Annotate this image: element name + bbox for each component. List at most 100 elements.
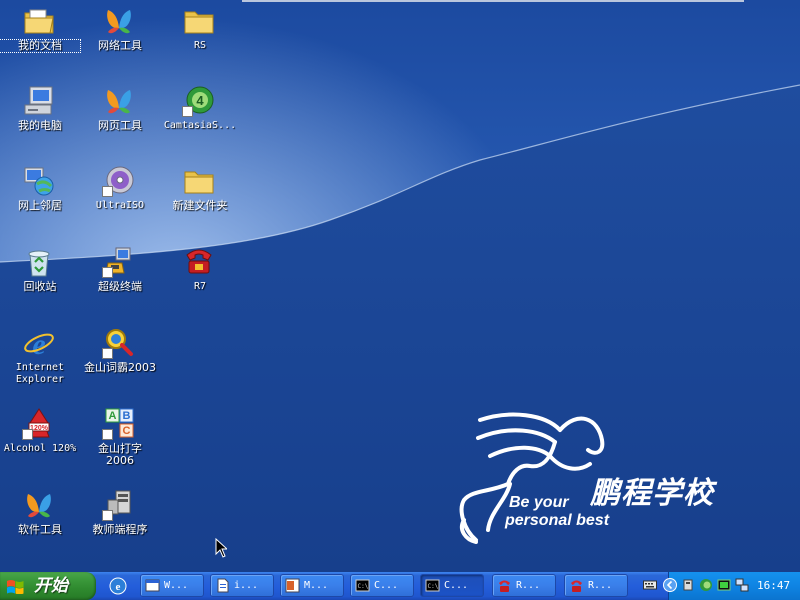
icon-label: 我的电脑 [18,119,62,132]
icon-label: 金山打字 2006 [98,442,142,467]
svg-text:A: A [109,410,117,422]
desktop-icon-r7[interactable]: R7 [160,245,240,319]
taskbar-button-label: R... [588,580,613,591]
icon-label: 我的文档 [0,39,81,53]
desktop-icon-software-tools[interactable]: 软件工具 [0,488,80,562]
desktop-icon-camtasia[interactable]: 4 CamtasiaS... [160,84,240,158]
desktop-icon-new-folder[interactable]: 新建文件夹 [160,164,240,238]
taskbar-button-label: i... [234,580,259,591]
butterfly-msn-icon [107,10,131,34]
tray-status-green-icon[interactable] [717,578,731,592]
desktop-icon-rs-folder[interactable]: RS [160,4,240,78]
system-clock[interactable]: 16:47 [757,572,790,600]
icon-label: UltraISO [95,200,145,211]
keyboard-language-icon[interactable] [643,578,657,592]
svg-text:C:\: C:\ [428,583,439,590]
icon-label: 软件工具 [18,523,62,536]
svg-text:B: B [123,410,131,422]
recycle-bin-icon [28,250,50,277]
desktop-icon-my-computer[interactable]: 我的电脑 [0,84,80,158]
icon-label: 超级终端 [98,280,142,293]
shortcut-arrow-icon [182,106,193,117]
taskbar-button-i[interactable]: i... [210,574,274,597]
icon-label: Alcohol 120% [3,443,77,454]
start-button[interactable]: 开始 [0,572,96,600]
school-name-logo: 鹏程学校 [590,476,714,511]
shortcut-arrow-icon [102,348,113,359]
window-app-icon [145,579,160,592]
desktop-icon-my-documents[interactable]: 我的文档 [0,4,81,78]
command-prompt-icon: C:\ [355,579,370,592]
icon-label: 网页工具 [98,119,142,132]
internet-explorer-icon: e [24,328,54,360]
system-tray: 16:47 [663,572,800,600]
office-app-icon [285,578,300,593]
taskbar-button-r-1[interactable]: R... [492,574,556,597]
svg-text:e: e [116,581,121,593]
logo-tagline-line2: personal best [505,512,610,529]
tray-app-icon[interactable] [681,578,695,592]
shortcut-arrow-icon [102,186,113,197]
icon-label: R7 [193,281,207,292]
red-phone-icon [186,249,212,274]
svg-text:C: C [123,425,131,437]
desktop-icon-alcohol-120[interactable]: 120% Alcohol 120% [0,407,80,481]
desktop-icon-kingsoft-typing[interactable]: A B C 金山打字 2006 [80,407,160,481]
icon-label: 回收站 [23,280,57,293]
red-phone-icon [499,580,510,592]
show-hidden-icons-chevron-icon[interactable] [663,578,677,592]
svg-text:C:\: C:\ [358,583,369,590]
icon-label: CamtasiaS... [163,120,237,131]
command-prompt-icon: C:\ [425,579,440,592]
taskbar-button-label: R... [516,580,541,591]
icon-label: 网上邻居 [18,199,62,212]
desktop-icon-network-places[interactable]: 网上邻居 [0,164,80,238]
taskbar: 开始 e W... i... M... C:\ C... C:\ C... R.… [0,572,800,600]
taskbar-button-r-2[interactable]: R... [564,574,628,597]
desktop-icon-ultraiso[interactable]: UltraISO [80,164,160,238]
taskbar-button-w[interactable]: W... [140,574,204,597]
logo-tagline-line1: Be your [509,494,569,511]
taskbar-button-label: C... [374,580,399,591]
network-globe-icon [24,167,54,196]
shortcut-arrow-icon [102,267,113,278]
desktop-icon-kingsoft-dictionary[interactable]: 金山词霸2003 [80,326,160,400]
icon-label: 新建文件夹 [172,199,228,212]
top-window-edge [242,0,744,2]
butterfly-msn-icon [27,494,51,518]
document-icon [217,578,229,593]
desktop-icon-hyperterminal[interactable]: 超级终端 [80,245,160,319]
taskbar-button-m[interactable]: M... [280,574,344,597]
mouse-pointer-icon [215,538,227,558]
network-connection-icon[interactable] [735,578,749,592]
start-label: 开始 [34,576,68,596]
shortcut-arrow-icon [102,429,113,440]
desktop-icon-network-tools[interactable]: 网络工具 [80,4,160,78]
icon-label: 金山词霸2003 [84,361,156,374]
desktop-icon-web-tools[interactable]: 网页工具 [80,84,160,158]
taskbar-button-label: W... [164,580,189,591]
shortcut-arrow-icon [102,510,113,521]
svg-text:4: 4 [196,93,204,108]
folder-icon [184,171,214,194]
taskbar-button-label: M... [304,580,329,591]
red-phone-icon [571,580,582,592]
tray-green-app-icon[interactable] [699,578,713,592]
taskbar-button-cmd-1[interactable]: C:\ C... [350,574,414,597]
shortcut-arrow-icon [22,429,33,440]
icon-label: Internet Explorer [15,362,65,385]
windows-logo-icon [7,580,24,594]
icon-label: 教师端程序 [92,523,148,536]
desktop-icon-recycle-bin[interactable]: 回收站 [0,245,80,319]
svg-text:e: e [32,328,45,360]
folder-icon [184,11,214,34]
butterfly-msn-icon [107,90,131,114]
quick-launch-ie-icon[interactable]: e [108,576,128,596]
taskbar-button-label: C... [444,580,469,591]
desktop-icon-teacher-program[interactable]: 教师端程序 [80,488,160,562]
folder-documents-icon [24,9,54,34]
taskbar-button-cmd-2[interactable]: C:\ C... [420,574,484,597]
icon-label: 网络工具 [98,39,142,52]
desktop-icon-internet-explorer[interactable]: e Internet Explorer [0,326,80,400]
icon-label: RS [193,40,207,51]
